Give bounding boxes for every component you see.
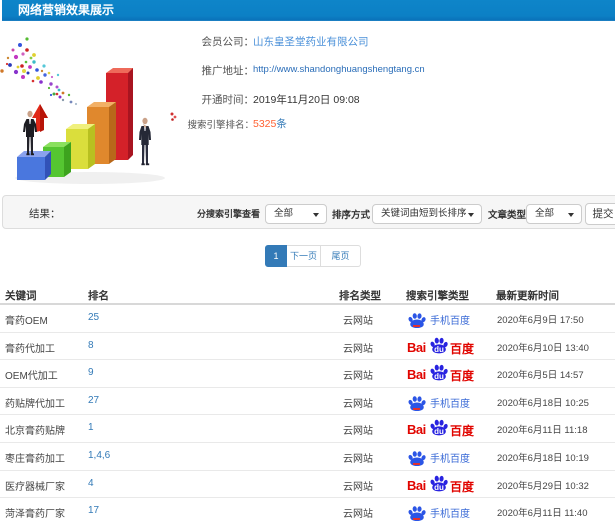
svg-text:du: du — [434, 345, 444, 354]
svg-text:du: du — [434, 483, 444, 492]
svg-text:du: du — [434, 372, 444, 381]
svg-text:du: du — [434, 427, 444, 436]
